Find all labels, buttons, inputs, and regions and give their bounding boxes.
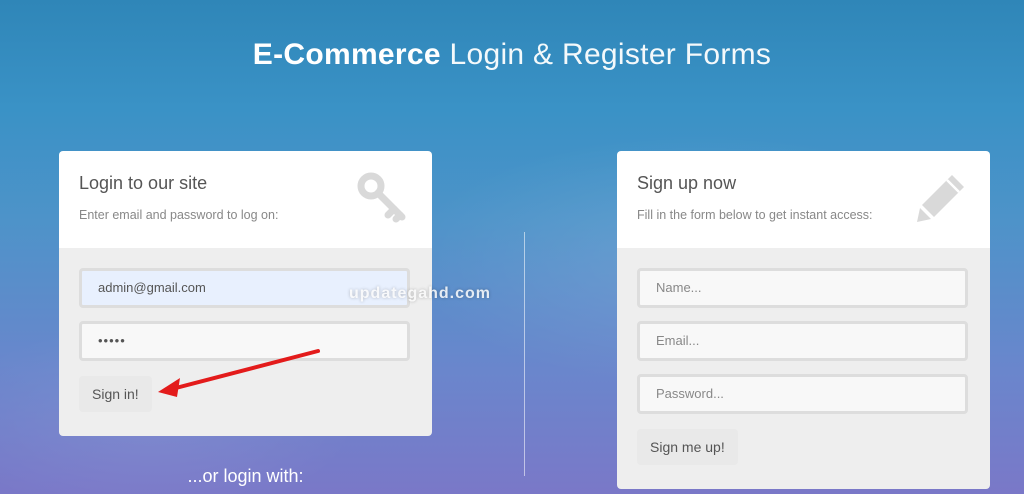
sign-me-up-button[interactable]: Sign me up! — [637, 429, 738, 465]
divider-line — [524, 232, 525, 476]
annotation-arrow-icon — [158, 349, 320, 397]
page-title-strong: E-Commerce — [252, 38, 441, 71]
watermark-text: updategahd.com — [349, 285, 492, 302]
pencil-icon — [917, 175, 964, 222]
signup-card-body: Name... Email... Password... Sign me up! — [617, 248, 990, 489]
signup-card-header: Sign up now Fill in the form below to ge… — [617, 151, 990, 248]
signup-email-input[interactable]: Email... — [637, 321, 968, 361]
sign-in-button[interactable]: Sign in! — [79, 376, 152, 412]
login-card-body: admin@gmail.com ••••• Sign in! — [59, 248, 432, 436]
signup-password-input[interactable]: Password... — [637, 374, 968, 414]
page-title-light: Login & Register Forms — [449, 38, 772, 71]
login-card-header: Login to our site Enter email and passwo… — [59, 151, 432, 248]
or-login-with-text: ...or login with: — [187, 466, 304, 486]
key-icon — [357, 172, 406, 223]
signup-name-input[interactable]: Name... — [637, 268, 968, 308]
page-title: E-Commerce Login & Register Forms — [0, 38, 1024, 72]
signup-card: Sign up now Fill in the form below to ge… — [617, 151, 990, 489]
